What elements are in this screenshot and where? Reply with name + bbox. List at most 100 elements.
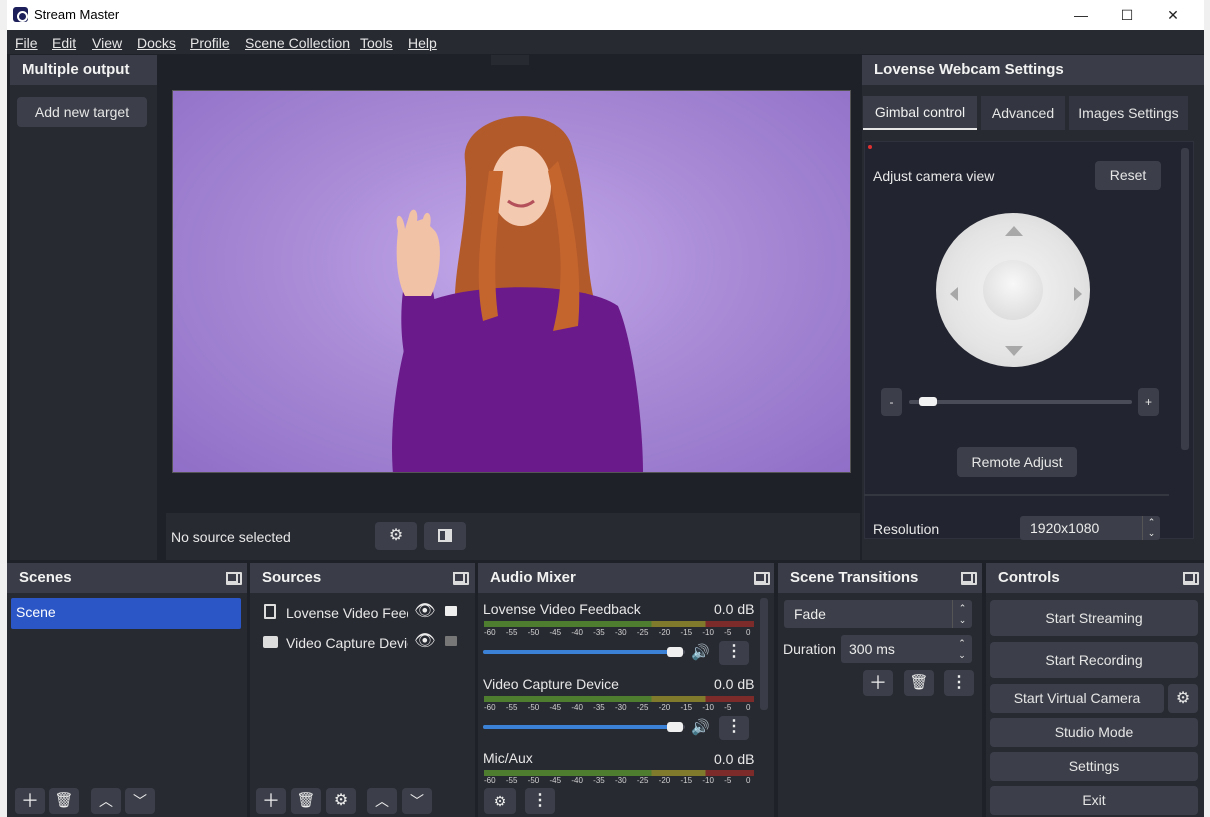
- add-transition-plus-icon[interactable]: ＋: [863, 670, 893, 696]
- arrow-down-icon[interactable]: [1005, 346, 1023, 356]
- unlock-icon[interactable]: [445, 636, 457, 646]
- zoom-minus-button[interactable]: -: [881, 388, 902, 416]
- move-source-up-icon[interactable]: ︿: [367, 788, 397, 814]
- file-icon: [264, 604, 276, 619]
- scene-item[interactable]: Scene: [11, 598, 241, 629]
- float-icon[interactable]: [961, 572, 977, 585]
- arrow-right-icon[interactable]: [1074, 287, 1082, 301]
- speaker-icon[interactable]: 🔊: [691, 718, 710, 736]
- app-window: Stream Master — ☐ ✕ File Edit View Docks…: [7, 0, 1204, 817]
- visibility-eye-icon[interactable]: 👁: [414, 601, 436, 621]
- menu-help[interactable]: Help: [408, 35, 437, 51]
- gimbal-scrollbar[interactable]: [1181, 148, 1189, 450]
- meter-tick-label: -55: [505, 628, 518, 637]
- remote-adjust-button[interactable]: Remote Adjust: [957, 447, 1077, 477]
- source-filters-button[interactable]: [424, 522, 466, 550]
- meter-tick-label: -35: [593, 703, 605, 712]
- transition-value: Fade: [794, 606, 826, 622]
- maximize-button[interactable]: ☐: [1104, 0, 1150, 30]
- meter-ticks: -60 -55 -50 -45 -40 -35 -30 -25 -20 -15 -10 -5 0: [484, 628, 754, 638]
- minimize-button[interactable]: —: [1058, 0, 1104, 30]
- transition-menu-icon[interactable]: ⋮: [944, 670, 974, 696]
- settings-button[interactable]: Settings: [990, 752, 1198, 781]
- remove-source-trash-icon[interactable]: 🗑: [291, 788, 321, 814]
- add-source-plus-icon[interactable]: ＋: [256, 788, 286, 814]
- source-properties-gear-icon[interactable]: ⚙: [375, 522, 417, 550]
- move-scene-down-icon[interactable]: ﹀: [125, 788, 155, 814]
- float-icon[interactable]: [1183, 572, 1199, 585]
- meter-tick-label: -50: [527, 628, 540, 637]
- remove-scene-trash-icon[interactable]: 🗑: [49, 788, 79, 814]
- studio-mode-button[interactable]: Studio Mode: [990, 718, 1198, 747]
- start-virtual-camera-button[interactable]: Start Virtual Camera: [990, 684, 1164, 713]
- camera-joystick[interactable]: [936, 213, 1090, 367]
- volume-slider-track[interactable]: [483, 647, 685, 657]
- tab-images-settings[interactable]: Images Settings: [1069, 96, 1188, 130]
- channel-name: Mic/Aux: [483, 750, 533, 766]
- zoom-slider-knob[interactable]: [919, 397, 937, 406]
- menu-scene-collection[interactable]: Scene Collection: [245, 35, 350, 51]
- lock-icon[interactable]: [445, 606, 457, 616]
- resolution-value: 1920x1080: [1030, 520, 1100, 536]
- start-streaming-button[interactable]: Start Streaming: [990, 600, 1198, 636]
- meter-tick-label: -35: [593, 776, 605, 785]
- mixer-menu-icon[interactable]: ⋮: [525, 788, 555, 814]
- volume-slider-knob[interactable]: [667, 722, 683, 732]
- reset-button[interactable]: Reset: [1095, 161, 1161, 190]
- advanced-audio-gear-icon[interactable]: ⚙: [484, 788, 516, 814]
- float-icon[interactable]: [754, 572, 770, 585]
- source-properties-gear-icon[interactable]: ⚙: [326, 788, 356, 814]
- volume-slider-knob[interactable]: [667, 647, 683, 657]
- menu-profile[interactable]: Profile: [190, 35, 230, 51]
- exit-button[interactable]: Exit: [990, 786, 1198, 815]
- volume-slider-track[interactable]: [483, 722, 685, 732]
- close-button[interactable]: ✕: [1150, 0, 1196, 30]
- window-title: Stream Master: [34, 7, 120, 22]
- transition-select[interactable]: Fade ⌃ ⌄: [784, 600, 972, 628]
- tab-advanced[interactable]: Advanced: [981, 96, 1065, 130]
- zoom-plus-button[interactable]: +: [1138, 388, 1159, 416]
- menu-view[interactable]: View: [92, 35, 122, 51]
- menu-edit[interactable]: Edit: [52, 35, 76, 51]
- remove-transition-trash-icon[interactable]: 🗑: [904, 670, 934, 696]
- channel-menu-icon[interactable]: ⋮: [719, 641, 749, 665]
- mixer-scrollbar[interactable]: [760, 598, 768, 710]
- move-source-down-icon[interactable]: ﹀: [402, 788, 432, 814]
- menu-docks[interactable]: Docks: [137, 35, 176, 51]
- menu-file[interactable]: File: [15, 35, 38, 51]
- start-recording-button[interactable]: Start Recording: [990, 642, 1198, 678]
- visibility-eye-icon[interactable]: 👁: [414, 631, 436, 651]
- lovense-title: Lovense Webcam Settings: [862, 55, 1204, 85]
- source-row[interactable]: Lovense Video Feed 👁: [250, 600, 475, 626]
- meter-tick-label: -30: [615, 703, 627, 712]
- add-new-target-button[interactable]: Add new target: [17, 97, 147, 127]
- duration-field[interactable]: 300 ms ⌃ ⌄: [841, 635, 972, 663]
- tab-gimbal-control[interactable]: Gimbal control: [863, 96, 977, 130]
- spin-arrows-icon[interactable]: ⌃ ⌄: [1142, 516, 1160, 540]
- float-icon[interactable]: [453, 572, 469, 585]
- spin-arrows-icon[interactable]: ⌃ ⌄: [952, 635, 972, 663]
- move-scene-up-icon[interactable]: ︿: [91, 788, 121, 814]
- channel-db: 0.0 dB: [714, 751, 755, 767]
- duration-label: Duration: [783, 641, 836, 657]
- resolution-select[interactable]: 1920x1080 ⌃ ⌄: [1020, 516, 1160, 540]
- arrow-up-icon[interactable]: [1005, 226, 1023, 236]
- float-icon[interactable]: [226, 572, 242, 585]
- preview-person-image: [392, 116, 643, 472]
- meter-tick-label: -25: [636, 628, 649, 637]
- duration-value: 300 ms: [849, 641, 895, 657]
- audio-mixer-title: Audio Mixer: [478, 563, 774, 593]
- add-scene-plus-icon[interactable]: ＋: [15, 788, 45, 814]
- menu-bar: File Edit View Docks Profile Scene Colle…: [7, 30, 1204, 54]
- meter-ticks: -60 -55 -50 -45 -40 -35 -30 -25 -20 -15 -10 -5 0: [484, 703, 754, 713]
- speaker-icon[interactable]: 🔊: [691, 643, 710, 661]
- spin-arrows-icon[interactable]: ⌃ ⌄: [952, 600, 972, 628]
- joystick-center[interactable]: [983, 260, 1043, 320]
- source-row[interactable]: Video Capture Devic 👁: [250, 630, 475, 656]
- arrow-left-icon[interactable]: [950, 287, 958, 301]
- zoom-slider-track[interactable]: [909, 400, 1132, 404]
- menu-tools[interactable]: Tools: [360, 35, 393, 51]
- virtual-camera-settings-gear-icon[interactable]: ⚙: [1168, 684, 1198, 713]
- channel-menu-icon[interactable]: ⋮: [719, 716, 749, 740]
- preview-canvas[interactable]: [172, 90, 851, 473]
